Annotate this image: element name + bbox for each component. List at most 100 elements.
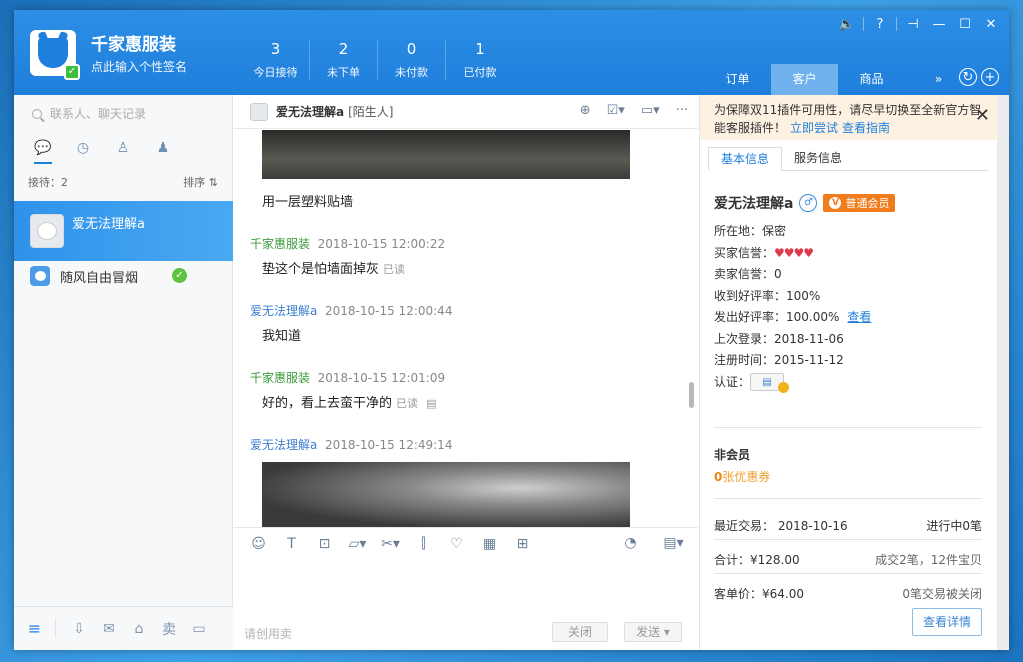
contact-name: 随风自由冒烟 (60, 270, 139, 286)
search-icon (32, 108, 42, 119)
export-icon[interactable]: ⇩ (64, 621, 94, 637)
sort-button[interactable]: 排序 ⇅ (183, 174, 218, 190)
recent-trade: 最近交易： 2018-10-16 进行中0笔 (714, 519, 982, 533)
coupon-icon[interactable]: ⊞ (506, 536, 539, 552)
separator (896, 17, 897, 31)
try-now-link[interactable]: 立即尝试 (790, 121, 838, 135)
chat-scrollbar[interactable] (689, 382, 694, 408)
avatar (250, 102, 268, 121)
buyer-credit: 买家信誉： ♥♥♥♥ (714, 243, 984, 265)
task-icon[interactable]: ☑▾ (607, 103, 625, 118)
reception-stats: 3 今日接待 2 未下单 0 未付款 1 已付款 (242, 40, 514, 80)
pin-icon[interactable]: ⊣ (903, 14, 923, 34)
avatar (30, 266, 50, 286)
message-text: 好的，看上去蛮干净的 已读 ▤ (262, 396, 437, 411)
window-controls: 🔈 ? ⊣ — ☐ ✕ (837, 14, 1001, 34)
stat-no-order[interactable]: 2 未下单 (310, 40, 378, 80)
avatar (30, 214, 64, 248)
info-tabs: 基本信息 服务信息 (708, 147, 988, 171)
close-icon[interactable]: ✕ (975, 107, 990, 125)
maximize-icon[interactable]: ☐ (955, 14, 975, 34)
guide-link[interactable]: 查看指南 (842, 121, 890, 135)
message-image[interactable] (262, 130, 630, 179)
more-icon[interactable]: ··· (676, 103, 688, 118)
reception-count: 接待：2 (28, 176, 68, 189)
search-box[interactable]: 联系人、聊天记录 (32, 105, 146, 122)
tab-orders[interactable]: 订单 (704, 64, 771, 95)
input-toolbar: ☺ T ⊡ ▱▾ ✂▾ ⫿ ♡ ▦ ⊞ ◔ ▤▾ (234, 527, 698, 559)
divider (714, 573, 982, 574)
calculator-icon[interactable]: ▦ (473, 536, 506, 552)
menu-icon[interactable]: ≡ (14, 619, 56, 638)
help-icon[interactable]: ? (870, 14, 890, 34)
left-bottom-bar: ≡ ⇩ ✉ ⌂ 卖 ▭ (14, 606, 233, 650)
message-text: 我知道 (262, 329, 302, 344)
chat-panel: 爱无法理解a [陌生人] ⊕ ☑▾ ▭▾ ··· 用一层塑料贴墙 千家惠服装 2… (234, 95, 698, 650)
contact-item[interactable]: 随风自由冒烟 ✓ (14, 261, 233, 291)
header-tabs: 订单 客户 商品 » (704, 64, 972, 95)
close-button[interactable]: 关闭 (552, 622, 608, 642)
verified-icon: ✓ (64, 64, 80, 80)
add-icon[interactable]: + (981, 68, 999, 86)
message-image[interactable] (262, 462, 630, 527)
view-link[interactable]: 查看 (847, 307, 871, 329)
message-meta: 爱无法理解a 2018-10-15 12:49:14 (250, 438, 453, 452)
customer-info-panel: 为保障双11插件可用性，请尽早切换至全新官方智能客服插件！ 立即尝试 查看指南 ✕ … (699, 95, 1009, 650)
add-contact-icon[interactable]: ⊕ (580, 103, 591, 118)
avg-price: 客单价：¥64.00 0笔交易被关闭 (714, 587, 982, 601)
divider (714, 498, 982, 499)
screenshot-icon[interactable]: ⊡ (308, 536, 341, 552)
trade-total: 合计：¥128.00 成交2笔，12件宝贝 (714, 553, 982, 567)
vibrate-icon[interactable]: ⫿ (407, 536, 440, 552)
sent-rate: 发出好评率：100.00% 查看 (714, 307, 984, 329)
signature-input[interactable]: 点此输入个性签名 (91, 58, 187, 75)
notice-banner: 为保障双11插件可用性，请尽早切换至全新官方智能客服插件！ 立即尝试 查看指南 ✕ (700, 95, 998, 140)
refresh-icon[interactable]: ↻ (959, 68, 977, 86)
minimize-icon[interactable]: — (929, 14, 949, 34)
font-icon[interactable]: T (275, 536, 308, 552)
stat-unpaid[interactable]: 0 未付款 (378, 40, 446, 80)
reception-row: 接待：2 排序 ⇅ (28, 174, 218, 190)
emoji-icon[interactable]: ☺ (242, 536, 275, 552)
tab-customers[interactable]: 客户 (771, 64, 838, 95)
tab-service-info[interactable]: 服务信息 (782, 147, 854, 170)
chat-title: 爱无法理解a (276, 105, 345, 119)
certification-icon[interactable]: ▤ (750, 373, 790, 394)
folder-icon[interactable]: ▱▾ (341, 536, 374, 552)
window-icon[interactable]: ▭ (184, 621, 214, 637)
scissors-icon[interactable]: ✂▾ (374, 536, 407, 552)
history-icon[interactable]: ▤▾ (657, 535, 690, 551)
contact-item[interactable]: 爱无法理解a (14, 201, 233, 261)
tab-products[interactable]: 商品 (838, 64, 905, 95)
separator (863, 17, 864, 31)
video-icon[interactable]: ▭▾ (641, 103, 660, 118)
info-scrollbar[interactable] (997, 95, 1009, 650)
buyer-name: 爱无法理解a (714, 196, 794, 212)
view-details-button[interactable]: 查看详情 (912, 608, 982, 636)
search-input[interactable]: 联系人、聊天记录 (50, 105, 146, 122)
coupon-info: 0张优惠券 (714, 470, 771, 484)
shop-logo[interactable]: ✓ (30, 30, 80, 80)
person-icon[interactable]: ♙ (114, 139, 132, 157)
volume-icon[interactable]: 🔈 (837, 14, 857, 34)
mail-icon[interactable]: ✉ (94, 621, 124, 637)
heart-icon[interactable]: ♡ (440, 536, 473, 552)
send-button[interactable]: 发送 ▾ (624, 622, 682, 642)
clock-icon[interactable]: ◷ (74, 139, 92, 157)
app-window: ✓ 千家惠服装 点此输入个性签名 3 今日接待 2 未下单 0 未付款 1 已付… (14, 10, 1009, 650)
stat-paid[interactable]: 1 已付款 (446, 40, 514, 80)
contact-tabs: 💬 ◷ ♙ ♟ (34, 139, 172, 157)
message-input[interactable]: 请创用卖 关闭 发送 ▾ (234, 560, 698, 650)
reply-icon[interactable]: ▤ (426, 397, 436, 410)
quick-reply-icon[interactable]: ◔ (614, 535, 647, 551)
buyer-card: 爱无法理解a ♂ V 普通会员 所在地：保密 买家信誉： ♥♥♥♥ 卖家信誉：0 … (714, 193, 984, 394)
stat-today[interactable]: 3 今日接待 (242, 40, 310, 80)
stranger-tag: [陌生人] (348, 105, 394, 119)
shop-name: 千家惠服装 (91, 35, 176, 55)
group-icon[interactable]: ♟ (154, 139, 172, 157)
sell-icon[interactable]: 卖 (154, 619, 184, 639)
close-icon[interactable]: ✕ (981, 14, 1001, 34)
chat-bubble-icon[interactable]: 💬 (34, 139, 52, 157)
tab-basic-info[interactable]: 基本信息 (708, 147, 783, 171)
shop-icon[interactable]: ⌂ (124, 621, 154, 637)
